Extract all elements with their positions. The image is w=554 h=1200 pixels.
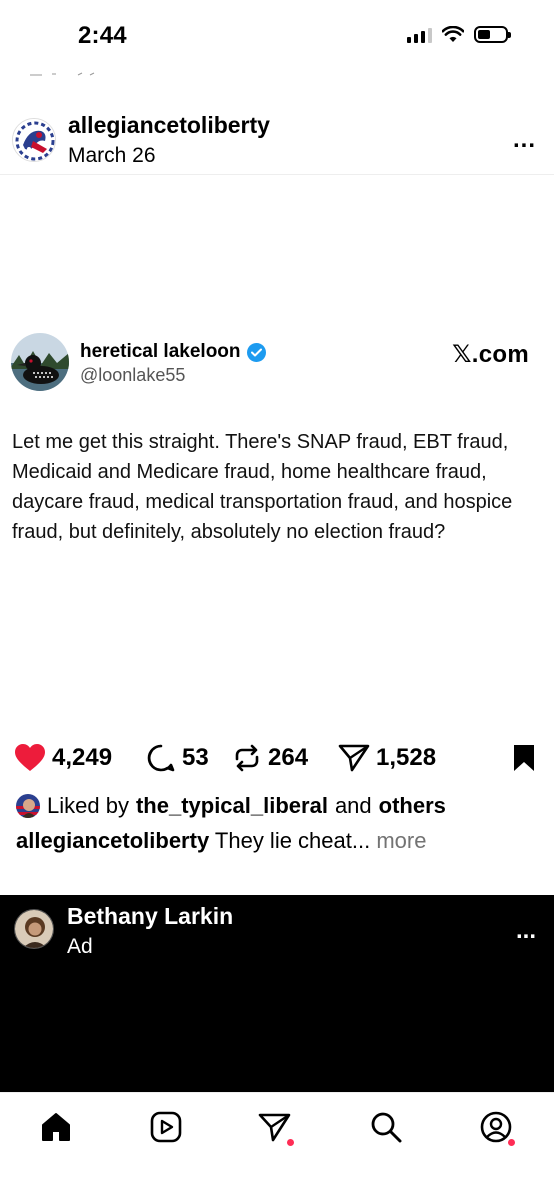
repost-icon: [235, 744, 259, 772]
nav-messages[interactable]: [257, 1109, 294, 1146]
status-icons: [407, 26, 511, 43]
notification-dot: [508, 1139, 515, 1146]
search-icon: [371, 1112, 402, 1143]
share-icon: [338, 744, 370, 772]
liked-by-line[interactable]: Liked by the_typical_liberal and others: [16, 793, 446, 819]
repost-action[interactable]: 264: [232, 740, 308, 776]
comment-action[interactable]: 53: [146, 740, 209, 776]
more-options-button[interactable]: ...: [513, 126, 536, 154]
liked-by-user[interactable]: the_typical_liberal: [136, 793, 328, 819]
liked-by-others[interactable]: others: [379, 793, 446, 819]
ad-avatar[interactable]: [14, 909, 54, 949]
nav-profile[interactable]: [478, 1109, 515, 1146]
share-action[interactable]: 1,528: [338, 740, 436, 776]
wifi-icon: [442, 26, 464, 42]
status-time: 2:44: [78, 22, 127, 49]
post-header: allegiancetoliberty March 26 ...: [0, 104, 554, 174]
bookmark-icon: [514, 745, 534, 771]
nav-search[interactable]: [368, 1109, 404, 1145]
post-date: March 26: [68, 144, 156, 167]
comment-count: 53: [182, 744, 209, 771]
caption-text: They lie cheat...: [214, 828, 371, 853]
like-count: 4,249: [52, 744, 113, 771]
ad-username[interactable]: Bethany Larkin: [67, 903, 233, 930]
reels-icon: [150, 1111, 182, 1143]
liked-by-joiner: and: [334, 793, 372, 818]
signal-icon: [407, 27, 432, 43]
ad-post: Bethany Larkin Ad ...: [0, 895, 554, 1092]
share-count: 1,528: [376, 744, 437, 771]
verified-badge-icon: [246, 342, 266, 362]
ad-more-options-button[interactable]: ...: [516, 917, 536, 945]
heart-icon: [15, 744, 45, 771]
tweet-text: Let me get this straight. There's SNAP f…: [12, 431, 513, 543]
tweet-screenshot[interactable]: heretical lakeloon @loonlake55 𝕏.com Let…: [0, 175, 554, 730]
tweet-display-name: heretical lakeloon: [80, 341, 266, 363]
caption-username[interactable]: allegiancetoliberty: [16, 828, 209, 853]
status-bar: 2:44: [0, 0, 554, 76]
comment-icon: [147, 744, 175, 772]
bottom-nav: [0, 1092, 554, 1200]
battery-icon: [474, 26, 511, 43]
tweet-handle: @loonlake55: [80, 365, 186, 385]
ad-label: Ad: [67, 935, 93, 958]
tweet-avatar: [11, 333, 69, 391]
notification-dot: [287, 1139, 294, 1146]
x-com-logo: 𝕏.com: [452, 341, 529, 368]
avatar[interactable]: [12, 118, 56, 162]
caption: allegiancetoliberty They lie cheat... mo…: [16, 828, 426, 854]
like-action[interactable]: 4,249: [14, 740, 112, 776]
nav-reels[interactable]: [148, 1109, 184, 1145]
tweet-display-name-text: heretical lakeloon: [80, 341, 241, 362]
caption-more-link[interactable]: more: [376, 828, 426, 853]
scroll-remnant: [30, 70, 100, 76]
nav-home[interactable]: [38, 1109, 74, 1145]
liked-by-prefix: Liked by: [47, 793, 129, 818]
home-icon: [42, 1113, 70, 1141]
repost-count: 264: [268, 744, 309, 771]
post-username[interactable]: allegiancetoliberty: [68, 112, 270, 139]
liker-avatar: [16, 794, 40, 818]
post-actions: 4,249 53 264 1,528: [0, 740, 554, 780]
save-button[interactable]: [512, 744, 536, 777]
